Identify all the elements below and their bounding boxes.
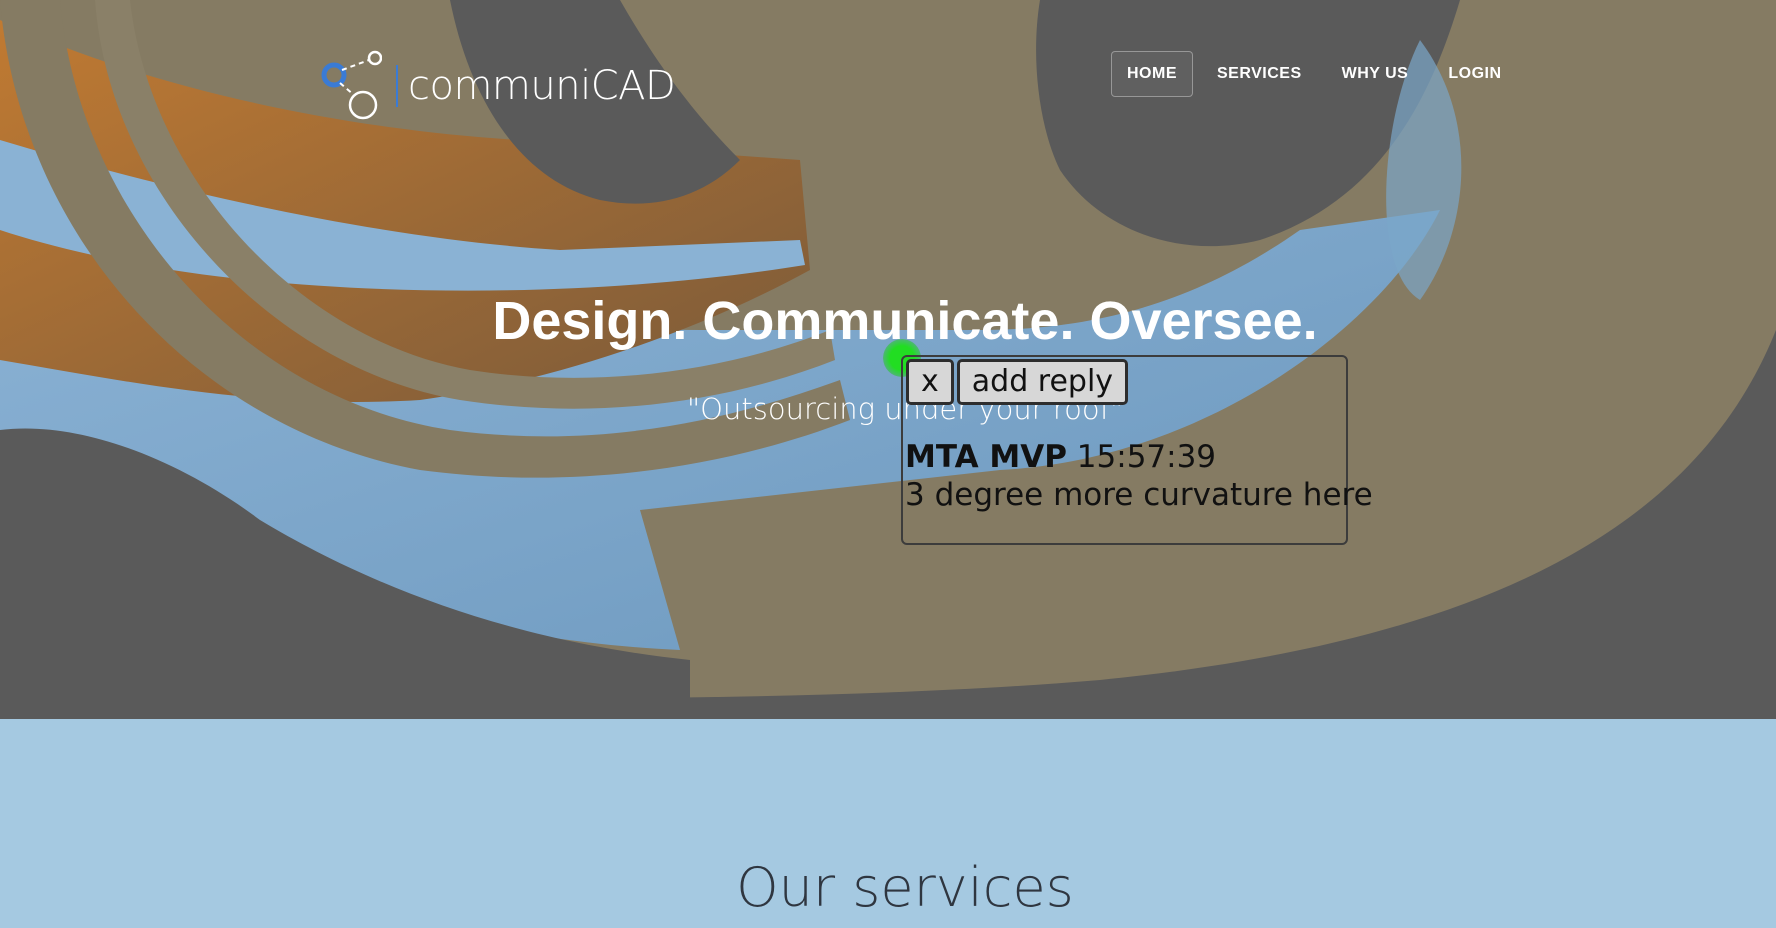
hero-section: communiCAD HOME SERVICES WHY US LOGIN De… [0, 0, 1776, 719]
nav-item-why-us[interactable]: WHY US [1326, 51, 1425, 97]
main-nav: HOME SERVICES WHY US LOGIN [1111, 51, 1518, 97]
annotation-comment-box: x add reply MTA MVP 15:57:39 3 degree mo… [901, 355, 1373, 545]
comment-meta: MTA MVP 15:57:39 [905, 439, 1216, 475]
comment-text: 3 degree more curvature here [905, 477, 1373, 513]
network-nodes-logo-icon [321, 50, 382, 120]
comment-actions: x add reply [906, 359, 1131, 405]
hero-title: Design. Communicate. Oversee. [492, 291, 1318, 351]
brand-name: communiCAD [408, 63, 676, 109]
comment-author: MTA MVP [905, 439, 1067, 475]
close-comment-button[interactable]: x [906, 359, 954, 405]
services-title: Our services [736, 856, 1074, 919]
logo-divider [396, 65, 398, 107]
comment-time: 15:57:39 [1076, 439, 1217, 475]
hero-subtitle: "Outsourcing under your roof" [686, 392, 1124, 426]
nav-item-home[interactable]: HOME [1111, 51, 1193, 97]
brand-logo[interactable]: communiCAD [320, 50, 676, 122]
add-reply-button[interactable]: add reply [956, 359, 1129, 405]
nav-item-login[interactable]: LOGIN [1432, 51, 1517, 97]
nav-item-services[interactable]: SERVICES [1201, 51, 1318, 97]
